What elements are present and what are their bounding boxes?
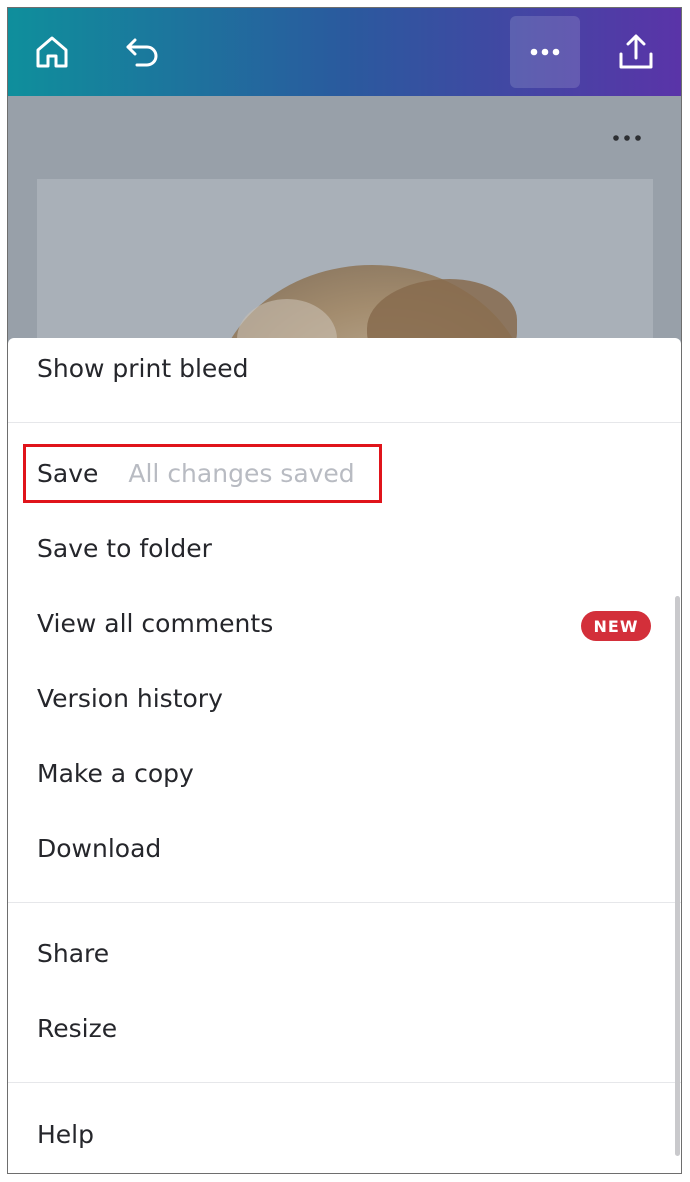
menu-item-label: Make a copy — [37, 758, 194, 788]
menu-item-label: Download — [37, 833, 162, 863]
undo-icon — [126, 38, 158, 67]
menu-item-label: Version history — [37, 683, 223, 713]
menu-item-show-print-bleed[interactable]: Show print bleed — [37, 348, 249, 388]
menu-item-version-history[interactable]: Version history — [37, 678, 223, 718]
menu-divider — [8, 902, 681, 903]
menu-scrollbar[interactable] — [675, 596, 680, 1156]
editor-canvas-area — [8, 96, 681, 379]
more-horizontal-icon — [530, 48, 560, 56]
menu-item-resize[interactable]: Resize — [37, 1008, 117, 1048]
menu-item-share[interactable]: Share — [37, 933, 109, 973]
top-toolbar — [8, 8, 681, 96]
more-options-button[interactable] — [510, 16, 580, 88]
more-horizontal-icon — [613, 135, 641, 141]
menu-item-view-all-comments[interactable]: View all comments — [37, 603, 273, 643]
menu-divider — [8, 1082, 681, 1083]
home-icon — [36, 36, 68, 68]
share-upload-button[interactable] — [601, 16, 671, 88]
options-menu-sheet: Show print bleed Save All changes saved … — [8, 338, 681, 1173]
highlight-annotation-box — [23, 444, 382, 503]
menu-item-make-a-copy[interactable]: Make a copy — [37, 753, 194, 793]
share-upload-icon — [619, 34, 653, 69]
menu-item-label: Help — [37, 1119, 94, 1149]
menu-item-label: Share — [37, 938, 110, 968]
app-window: Show print bleed Save All changes saved … — [7, 7, 682, 1174]
menu-item-label: Save to folder — [37, 533, 212, 563]
menu-item-label: Show print bleed — [37, 353, 249, 383]
menu-divider — [8, 422, 681, 423]
menu-item-save-to-folder[interactable]: Save to folder — [37, 528, 212, 568]
menu-item-label: Resize — [37, 1013, 118, 1043]
new-badge: NEW — [581, 611, 651, 641]
home-button[interactable] — [17, 16, 87, 88]
menu-item-help[interactable]: Help — [37, 1114, 94, 1154]
undo-button[interactable] — [108, 16, 178, 88]
menu-item-label: View all comments — [37, 608, 274, 638]
menu-item-download[interactable]: Download — [37, 828, 161, 868]
page-more-button[interactable] — [607, 126, 647, 150]
